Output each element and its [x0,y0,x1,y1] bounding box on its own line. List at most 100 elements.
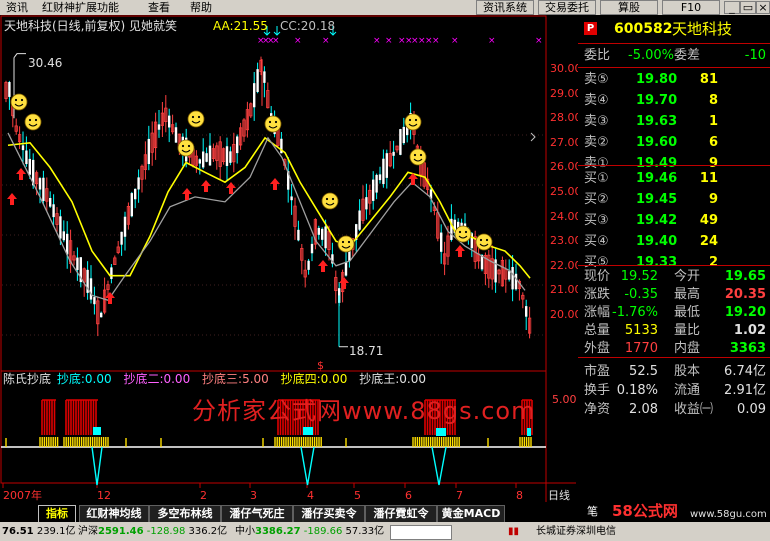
fin-value: 2.08 [629,402,658,417]
sell-label: 卖② [584,135,609,150]
magenta-x-mark: × [488,36,496,46]
buy-price: 19.42 [636,213,678,228]
date-tick: 2007年 [3,489,42,502]
indicator-axis-label: 5.00 [552,393,577,406]
buy-label: 买① [584,171,609,186]
sell-price: 19.80 [636,72,678,87]
trade-order-button[interactable]: 交易委托 [538,0,596,15]
date-tick: 3 [250,489,257,502]
price-tick: 28.00 [550,111,582,125]
buy-arrow-icon [339,277,349,289]
menu-item-view[interactable]: 查看 [148,0,170,15]
broker-name: 长城证券深圳电信 [536,526,616,537]
sell-label: 卖⑤ [584,72,609,87]
magenta-x-mark: × [385,36,393,46]
low-price-label: 18.71 [349,344,384,358]
magenta-x-mark: × [272,36,280,46]
tab-0[interactable]: 指标 [38,505,76,523]
smiley-icon [24,113,42,131]
weicha-value: -10 [744,48,766,63]
high-price-label: 30.46 [28,56,63,70]
status-bar-input[interactable] [390,525,452,540]
calc-stock-button[interactable]: 算股 [600,0,658,15]
fin-value: 0.18% [616,383,658,398]
quote-divider [578,43,770,44]
date-tick: 12 [97,489,111,502]
buy-volume: 49 [699,213,718,228]
price-tick: 21.00 [550,283,582,297]
fin-label: 股本 [674,364,701,379]
stock-name: 天地科技 [672,20,733,38]
indicator-value-2: 抄底二:0.00 [123,372,191,386]
stat-value: 1770 [624,341,658,356]
restore-button[interactable]: ▭ [740,1,756,14]
site-logo: 58公式网 [612,502,678,520]
magenta-x-mark: × [432,36,440,46]
date-tick: 5 [354,489,361,502]
menu-item-news[interactable]: 资讯 [6,0,28,15]
tab-5[interactable]: 潘仔霓虹令 [365,505,437,523]
date-tick: 6 [405,489,412,502]
fin-label: 换手 [584,383,611,398]
tab-extra[interactable]: 笔 [587,505,598,519]
magenta-x-mark: × [535,36,543,46]
tab-2[interactable]: 多空布林线 [149,505,221,523]
magenta-x-mark: × [451,36,459,46]
fin-label: 市盈 [584,364,611,379]
buy-arrow-icon [270,178,280,190]
cursor-marker [530,132,536,142]
sell-row: 卖③ 19.63 1 [578,111,770,132]
weibi-row: 委比 -5.00% 委差 -10 [578,45,770,66]
quote-divider [578,165,770,166]
p-badge-icon: P [584,22,597,35]
smiley-icon [409,148,427,166]
f10-button[interactable]: F10 [662,0,720,15]
buy-row: 买④ 19.40 24 [578,231,770,252]
period-label[interactable]: 日线 [548,489,570,502]
buy-arrow-icon [318,260,328,272]
smiley-icon [264,115,282,133]
sell-price: 19.70 [636,93,678,108]
indicator-tab-bar: 指标 红财神均线 多空布林线 潘仔气死庄 潘仔买卖令 潘仔霓虹令 黄金MACD 笔 58公式… [0,502,770,523]
price-tick: 29.00 [550,86,582,100]
fin-value: 0.09 [737,402,766,417]
sell-row: 卖⑤ 19.80 81 [578,69,770,90]
stat-row: 外盘 1770 内盘 3363 [578,338,770,359]
info-system-button[interactable]: 资讯系统 [476,0,534,15]
smiley-icon [10,93,28,111]
close-button[interactable]: × [756,1,770,14]
magenta-x-mark: × [294,36,302,46]
price-tick: 22.00 [550,258,582,272]
smiley-icon [187,110,205,128]
fin-row: 换手 0.18% 流通 2.91亿 [578,380,770,401]
fin-value: 6.74亿 [724,364,766,379]
smiley-icon [454,225,472,243]
dollar-icon: $ [317,359,324,372]
kline-chart-panel[interactable]: $ × × × × × × × × × × × × × × × × × 天地科技(日线,前复权) 见她就笑 AA:… [0,15,582,502]
date-tick: 7 [456,489,463,502]
magenta-x-mark: × [373,36,381,46]
status-index-zx: 中小3386.27 -189.66 57.33亿 [235,526,385,537]
chart-title: 天地科技(日线,前复权) 见她就笑 [4,19,177,33]
fin-row: 市盈 52.5 股本 6.74亿 [578,361,770,382]
tab-4[interactable]: 潘仔买卖令 [293,505,365,523]
menu-bar: 资讯 红财神扩展功能 查看 帮助 资讯系统 交易委托 算股 F10 _ ▭ × [0,0,770,15]
buy-volume: 24 [699,234,718,249]
price-tick: 30.00 [550,62,582,75]
minimize-button[interactable]: _ [724,1,740,14]
sell-volume: 8 [708,93,718,108]
menu-item-extension[interactable]: 红财神扩展功能 [42,0,119,15]
kline-chart[interactable]: $×××× × × × × × ×× × × × × × × [0,15,576,502]
sell-label: 卖③ [584,114,609,129]
buy-price: 19.45 [636,192,678,207]
menu-item-help[interactable]: 帮助 [190,0,212,15]
price-tick: 26.00 [550,160,582,174]
tab-3[interactable]: 潘仔气死庄 [221,505,293,523]
tab-1[interactable]: 红财神均线 [79,505,149,523]
price-tick: 20.00 [550,308,582,321]
smiley-icon [177,139,195,157]
price-tick: 24.00 [550,209,582,223]
sell-row: 卖② 19.60 6 [578,132,770,153]
tab-6[interactable]: 黄金MACD [437,505,505,523]
buy-row: 买② 19.45 9 [578,189,770,210]
